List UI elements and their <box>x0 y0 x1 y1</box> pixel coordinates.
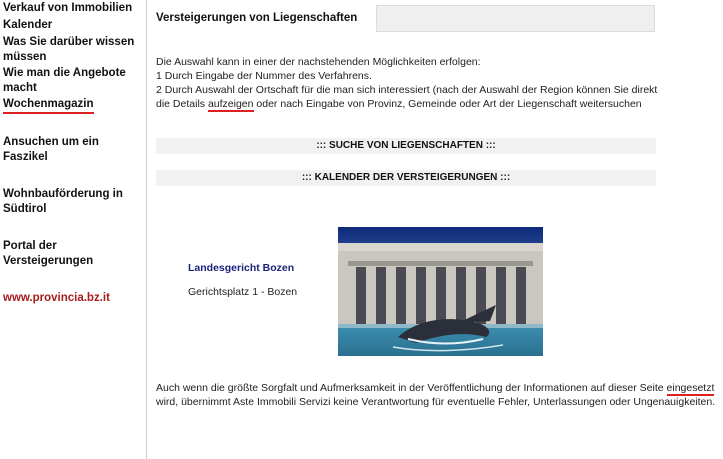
disclaimer-end: wird, übernimmt Aste Immobili Servizi ke… <box>156 396 716 408</box>
header-banner-box <box>376 5 655 32</box>
disclaimer-start: Auch wenn die größte Sorgfalt und Aufmer… <box>156 382 667 394</box>
intro-line-3: 2 Durch Auswahl der Ortschaft für die ma… <box>156 83 661 112</box>
sidebar-item-portal[interactable]: Portal der Versteigerungen <box>3 239 143 269</box>
sidebar-item-wohnbau[interactable]: Wohnbauförderung in Südtirol <box>3 187 143 217</box>
sidebar-item-label: Wochenmagazin <box>3 97 94 114</box>
intro-line-3-end: oder nach Eingabe von Provinz, Gemeinde … <box>253 98 642 110</box>
sidebar-item-faszikel[interactable]: Ansuchen um ein Faszikel <box>3 135 143 165</box>
main-content: Versteigerungen von Liegenschaften Die A… <box>147 0 723 459</box>
sidebar-link-provincia[interactable]: www.provincia.bz.it <box>3 291 143 306</box>
eingesetzt-link[interactable]: eingesetzt <box>666 382 715 396</box>
sidebar-item-verkauf[interactable]: Verkauf von Immobilien <box>3 1 143 16</box>
aufzeigen-link[interactable]: aufzeigen <box>207 98 254 112</box>
court-name[interactable]: Landesgericht Bozen <box>188 262 294 274</box>
intro-text: Die Auswahl kann in einer der nachstehen… <box>156 55 661 112</box>
intro-line-1: Die Auswahl kann in einer der nachstehen… <box>156 56 481 68</box>
court-address: Gerichtsplatz 1 - Bozen <box>188 286 298 298</box>
sidebar-item-wochenmagazin[interactable]: Wochenmagazin <box>3 97 143 114</box>
courthouse-photo <box>338 227 543 356</box>
auction-calendar-bar[interactable]: ::: KALENDER DER VERSTEIGERUNGEN ::: <box>156 170 656 186</box>
disclaimer-text: Auch wenn die größte Sorgfalt und Aufmer… <box>156 381 723 409</box>
sidebar-item-was-sie-wissen[interactable]: Was Sie darüber wissen müssen <box>3 35 143 65</box>
sidebar-item-kalender[interactable]: Kalender <box>3 18 143 33</box>
intro-line-2: 1 Durch Eingabe der Nummer des Verfahren… <box>156 70 372 82</box>
sidebar-nav: Verkauf von Immobilien Kalender Was Sie … <box>0 0 147 459</box>
search-properties-bar[interactable]: ::: SUCHE VON LIEGENSCHAFTEN ::: <box>156 138 656 154</box>
page-title: Versteigerungen von Liegenschaften <box>156 12 358 24</box>
sidebar-item-angebote[interactable]: Wie man die Angebote macht <box>3 66 143 96</box>
